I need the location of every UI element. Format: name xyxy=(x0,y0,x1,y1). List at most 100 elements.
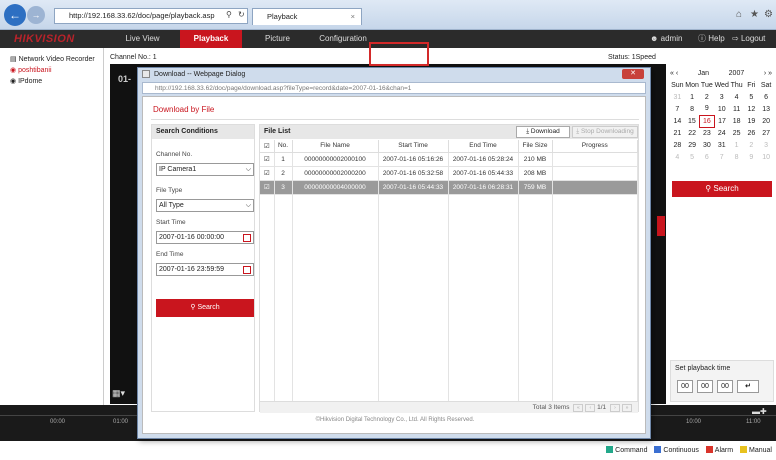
row-end-time: 2007-01-16 06:28:31 xyxy=(448,180,519,195)
calendar-day[interactable]: 21 xyxy=(670,127,685,139)
calendar-day[interactable]: 4 xyxy=(729,91,744,103)
row-checkbox[interactable]: ☑ xyxy=(260,166,275,181)
calendar-day[interactable]: 19 xyxy=(744,115,759,127)
logout-link[interactable]: ⇨ Logout xyxy=(732,30,772,48)
calendar-day[interactable]: 1 xyxy=(729,139,744,151)
calendar-day[interactable]: 5 xyxy=(685,151,700,163)
minute-input[interactable]: 00 xyxy=(697,380,713,393)
calendar-day[interactable]: 13 xyxy=(759,103,774,115)
table-row[interactable]: ☑ 1 00000000002000100 2007-01-16 05:16:26 20… xyxy=(260,152,638,167)
next-year-icon[interactable]: › » xyxy=(764,70,772,77)
calendar-day[interactable]: 9 xyxy=(699,103,714,115)
calendar-day[interactable]: 28 xyxy=(670,139,685,151)
calendar-day[interactable]: 30 xyxy=(699,139,714,151)
nav-picture[interactable]: Picture xyxy=(255,30,300,48)
calendar-day[interactable]: 18 xyxy=(729,115,744,127)
calendar-icon[interactable] xyxy=(243,266,251,274)
tree-root[interactable]: ▤ Network Video Recorder xyxy=(0,48,103,63)
empty-row xyxy=(260,348,638,362)
calendar-day[interactable]: 12 xyxy=(744,103,759,115)
calendar-day[interactable]: 8 xyxy=(729,151,744,163)
tree-item-poshtibanii[interactable]: ◉ poshtibanii xyxy=(0,63,103,74)
start-time-input[interactable]: 2007-01-16 00:00:00 xyxy=(156,231,254,244)
calendar-day[interactable]: 16 xyxy=(698,114,715,128)
calendar-day[interactable]: 10 xyxy=(759,151,774,163)
table-row[interactable]: ☑ 3 00000000004000000 2007-01-16 05:44:33 20… xyxy=(260,180,638,195)
favorites-star-icon[interactable]: ★ xyxy=(750,9,759,20)
enter-icon[interactable]: ↵ xyxy=(737,380,759,393)
calendar-day[interactable]: 10 xyxy=(714,103,729,115)
calendar-day[interactable]: 15 xyxy=(685,115,700,127)
calendar-day[interactable]: 3 xyxy=(759,139,774,151)
dialog-close-button[interactable]: ✕ xyxy=(622,69,644,79)
calendar-day[interactable]: 22 xyxy=(685,127,700,139)
second-input[interactable]: 00 xyxy=(717,380,733,393)
hour-input[interactable]: 00 xyxy=(677,380,693,393)
stop-downloading-button[interactable]: ⤓ Stop Downloading xyxy=(572,126,638,138)
prev-page-icon[interactable]: ‹ xyxy=(585,404,596,412)
row-file-size: 210 MB xyxy=(518,152,553,167)
calendar-day[interactable]: 26 xyxy=(744,127,759,139)
table-row[interactable]: ☑ 2 00000000002000200 2007-01-16 05:32:58 20… xyxy=(260,166,638,181)
forward-arrow-icon[interactable]: → xyxy=(27,6,45,24)
calendar-day[interactable]: 8 xyxy=(685,103,700,115)
calendar-day[interactable]: 23 xyxy=(699,127,714,139)
calendar-day[interactable]: 2 xyxy=(744,139,759,151)
calendar-day[interactable]: 7 xyxy=(714,151,729,163)
calendar-day[interactable]: 31 xyxy=(670,91,685,103)
dialog-search-button[interactable]: ⚲ Search xyxy=(156,299,254,317)
dialog-url: http://192.168.33.62/doc/page/download.a… xyxy=(142,82,646,94)
address-bar[interactable]: http://192.168.33.62/doc/page/playback.a… xyxy=(54,8,248,24)
channel-select[interactable]: IP Camera1 ⌵ xyxy=(156,163,254,176)
calendar-day[interactable]: 24 xyxy=(714,127,729,139)
calendar-icon[interactable] xyxy=(243,234,251,242)
settings-gear-icon[interactable]: ⚙ xyxy=(764,9,773,20)
close-tab-icon[interactable]: × xyxy=(351,9,355,25)
user-menu[interactable]: ☻ admin xyxy=(650,30,688,48)
empty-row xyxy=(260,320,638,334)
calendar-day[interactable]: 11 xyxy=(729,103,744,115)
first-page-icon[interactable]: « xyxy=(573,404,584,412)
nav-live-view[interactable]: Live View xyxy=(115,30,170,48)
refresh-icon[interactable]: ↻ xyxy=(238,10,245,19)
browser-tab[interactable]: Playback × xyxy=(252,8,362,25)
prev-year-icon[interactable]: « ‹ xyxy=(670,70,678,77)
file-type-select[interactable]: All Type ⌵ xyxy=(156,199,254,212)
calendar-day[interactable]: 17 xyxy=(714,115,729,127)
calendar-day[interactable]: 29 xyxy=(685,139,700,151)
layout-icon[interactable]: ▦▾ xyxy=(112,388,132,400)
calendar-search-button[interactable]: ⚲ Search xyxy=(672,181,772,197)
back-arrow-icon[interactable]: ← xyxy=(4,4,26,26)
nav-configuration[interactable]: Configuration xyxy=(308,30,378,48)
calendar-day[interactable]: 6 xyxy=(699,151,714,163)
calendar-day[interactable]: 6 xyxy=(759,91,774,103)
device-tree: ▤ Network Video Recorder ◉ poshtibanii ◉… xyxy=(0,48,104,405)
calendar-day[interactable]: 3 xyxy=(714,91,729,103)
calendar-day[interactable]: 14 xyxy=(670,115,685,127)
help-link[interactable]: ⓘ Help xyxy=(698,30,728,48)
home-icon[interactable]: ⌂ xyxy=(736,9,742,20)
calendar-day[interactable]: 9 xyxy=(744,151,759,163)
nav-playback[interactable]: Playback xyxy=(180,30,242,48)
calendar-day[interactable]: 27 xyxy=(759,127,774,139)
row-checkbox[interactable]: ☑ xyxy=(260,152,275,167)
calendar-day[interactable]: 25 xyxy=(729,127,744,139)
tree-item-ipdome[interactable]: ◉ IPdome xyxy=(0,74,103,85)
collapse-handle[interactable] xyxy=(657,216,665,236)
calendar-day[interactable]: 1 xyxy=(685,91,700,103)
calendar-day[interactable]: 7 xyxy=(670,103,685,115)
zoom-icon[interactable]: ▬✚ xyxy=(752,407,767,416)
row-checkbox[interactable]: ☑ xyxy=(260,180,275,195)
calendar-day[interactable]: 5 xyxy=(744,91,759,103)
search-icon[interactable]: ⚲ xyxy=(226,10,232,19)
row-start-time: 2007-01-16 05:44:33 xyxy=(378,180,449,195)
calendar-day[interactable]: 31 xyxy=(714,139,729,151)
end-time-input[interactable]: 2007-01-16 23:59:59 xyxy=(156,263,254,276)
calendar-day[interactable]: 2 xyxy=(699,91,714,103)
last-page-icon[interactable]: » xyxy=(622,404,632,412)
calendar-day[interactable]: 20 xyxy=(759,115,774,127)
select-all-checkbox[interactable]: ☑ xyxy=(260,140,275,153)
calendar-day[interactable]: 4 xyxy=(670,151,685,163)
download-button[interactable]: ⤓ Download xyxy=(516,126,570,138)
next-page-icon[interactable]: › xyxy=(610,404,620,412)
